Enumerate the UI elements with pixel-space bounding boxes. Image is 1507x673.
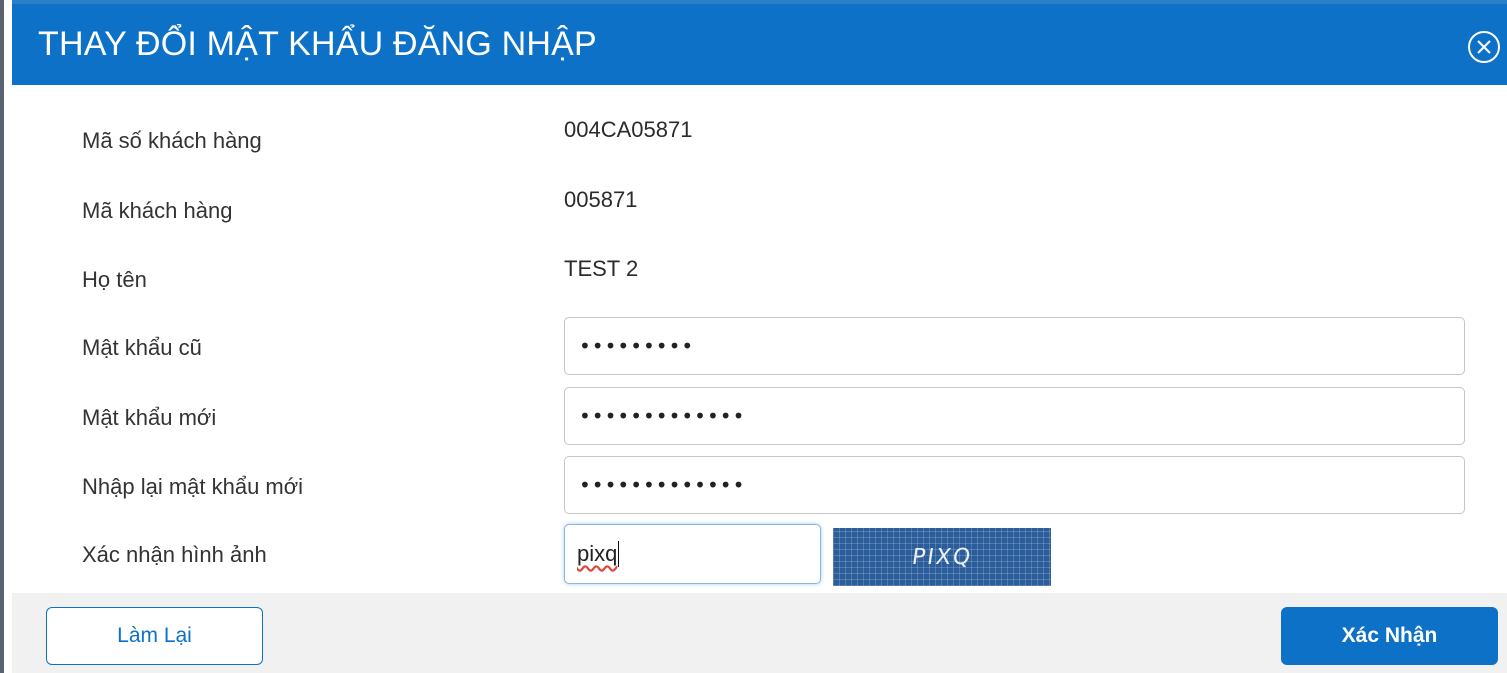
new-password-input[interactable]: ••••••••••••• [564,387,1465,445]
close-icon[interactable] [1467,30,1501,64]
full-name-value: TEST 2 [564,256,639,281]
captcha-image: PIXQ [833,528,1051,586]
customer-code-label: Mã khách hàng [82,198,233,223]
text-caret [618,541,620,567]
old-password-masked-value: ••••••••• [579,334,695,358]
dialog-title: THAY ĐỔI MẬT KHẨU ĐĂNG NHẬP [38,25,597,63]
new-password-masked-value: ••••••••••••• [579,404,746,428]
captcha-input-value: pixq [577,541,618,566]
customer-number-value: 004CA05871 [564,117,693,142]
confirm-password-label: Nhập lại mật khẩu mới [82,474,304,499]
old-password-input[interactable]: ••••••••• [564,317,1465,375]
reset-button[interactable]: Làm Lại [46,607,263,665]
full-name-label: Họ tên [82,267,147,292]
new-password-label: Mật khẩu mới [82,405,217,430]
confirm-button[interactable]: Xác Nhận [1281,607,1498,665]
captcha-image-text: PIXQ [910,544,974,570]
old-password-label: Mật khẩu cũ [82,335,202,360]
captcha-input[interactable]: pixq [564,524,821,584]
confirm-password-input[interactable]: ••••••••••••• [564,456,1465,514]
customer-code-value: 005871 [564,187,638,212]
confirm-password-masked-value: ••••••••••••• [579,473,746,497]
customer-number-label: Mã số khách hàng [82,128,262,153]
dialog-header: THAY ĐỔI MẬT KHẨU ĐĂNG NHẬP [12,0,1507,85]
captcha-label: Xác nhận hình ảnh [82,542,267,567]
change-password-dialog: THAY ĐỔI MẬT KHẨU ĐĂNG NHẬP Mã số khách … [0,0,1507,673]
